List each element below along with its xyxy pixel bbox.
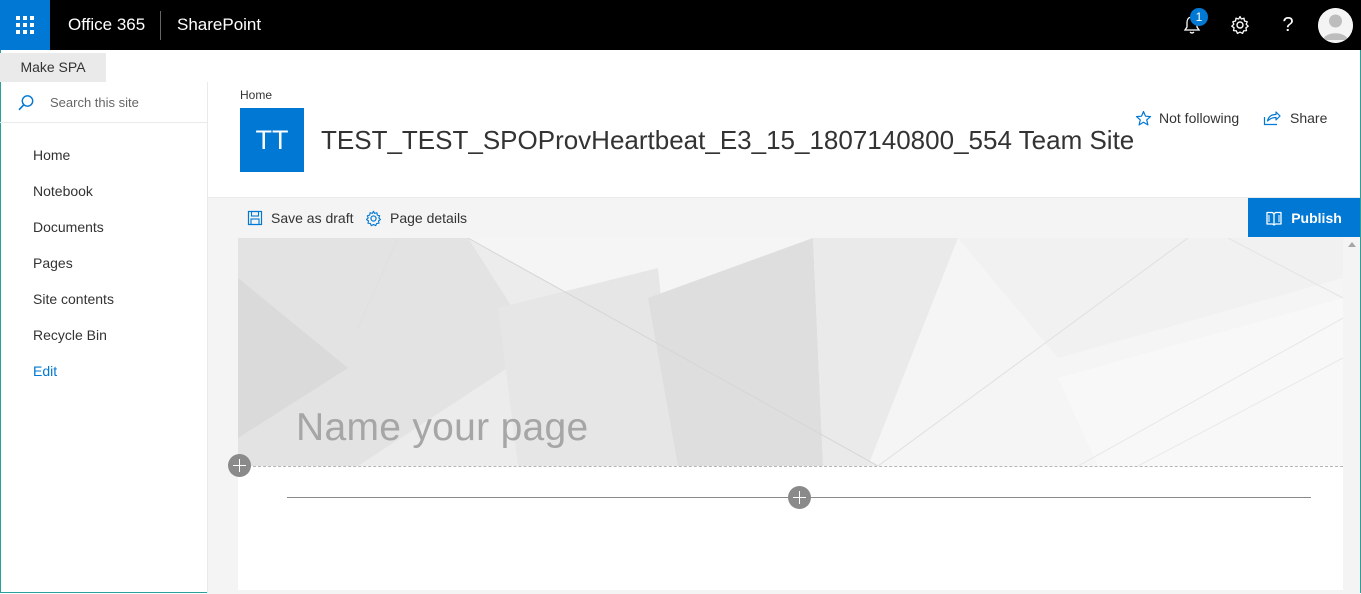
search-icon	[18, 95, 34, 111]
nav-item-notebook[interactable]: Notebook	[33, 181, 114, 217]
nav-item-pages[interactable]: Pages	[33, 253, 114, 289]
save-icon	[247, 210, 263, 226]
follow-button[interactable]: Not following	[1135, 108, 1239, 128]
nav-item-documents[interactable]: Documents	[33, 217, 114, 253]
add-webpart-button[interactable]	[788, 486, 811, 509]
breadcrumb[interactable]: Home	[240, 88, 272, 102]
nav-item-recycle-bin[interactable]: Recycle Bin	[33, 325, 114, 361]
make-spa-tab[interactable]: Make SPA	[0, 53, 106, 82]
user-avatar-icon	[1318, 8, 1353, 43]
app-name-sharepoint[interactable]: SharePoint	[177, 0, 261, 50]
share-label: Share	[1290, 110, 1328, 126]
site-logo[interactable]: TT	[240, 108, 304, 172]
nav-item-home[interactable]: Home	[33, 145, 114, 181]
site-title[interactable]: TEST_TEST_SPOProvHeartbeat_E3_15_1807140…	[321, 124, 1134, 156]
follow-label: Not following	[1159, 110, 1240, 126]
title-area-boundary	[238, 466, 1343, 467]
settings-button[interactable]	[1216, 0, 1264, 50]
page-details-label: Page details	[390, 210, 468, 226]
book-icon	[1266, 211, 1282, 226]
page-title-input[interactable]: Name your page	[296, 406, 589, 450]
app-launcher-button[interactable]	[0, 0, 50, 50]
site-search-box[interactable]	[0, 82, 207, 123]
page-details-button[interactable]: Page details	[365, 198, 467, 238]
publish-button[interactable]: Publish	[1248, 198, 1360, 238]
command-bar: Save as draft Page details Publish	[208, 197, 1360, 238]
notifications-button[interactable]	[1168, 0, 1216, 50]
avatar[interactable]	[1318, 8, 1353, 43]
save-as-draft-label: Save as draft	[271, 210, 354, 226]
suite-divider	[160, 11, 161, 40]
nav-edit-link[interactable]: Edit	[33, 361, 114, 397]
help-button[interactable]: ?	[1264, 0, 1312, 50]
nav-item-site-contents[interactable]: Site contents	[33, 289, 114, 325]
title-area-banner[interactable]: Name your page	[238, 238, 1343, 466]
save-as-draft-button[interactable]: Save as draft	[247, 198, 354, 238]
publish-label: Publish	[1291, 210, 1342, 226]
help-icon: ?	[1282, 13, 1294, 36]
scroll-up-arrow[interactable]	[1348, 242, 1356, 247]
page-canvas: Name your page	[238, 238, 1343, 590]
left-navigation: Home Notebook Documents Pages Site conte…	[0, 82, 208, 594]
share-button[interactable]: Share	[1263, 108, 1327, 128]
brand-office365[interactable]: Office 365	[68, 0, 145, 50]
share-icon	[1263, 111, 1281, 126]
add-section-button[interactable]	[228, 454, 251, 477]
waffle-icon	[16, 16, 34, 34]
search-input[interactable]	[50, 91, 195, 113]
notification-badge: 1	[1190, 8, 1208, 26]
star-icon	[1135, 110, 1152, 125]
gear-icon	[365, 210, 382, 226]
suite-bar: Office 365 SharePoint 1 ?	[0, 0, 1361, 50]
nav-list: Home Notebook Documents Pages Site conte…	[33, 145, 114, 397]
gear-icon	[1231, 15, 1249, 35]
